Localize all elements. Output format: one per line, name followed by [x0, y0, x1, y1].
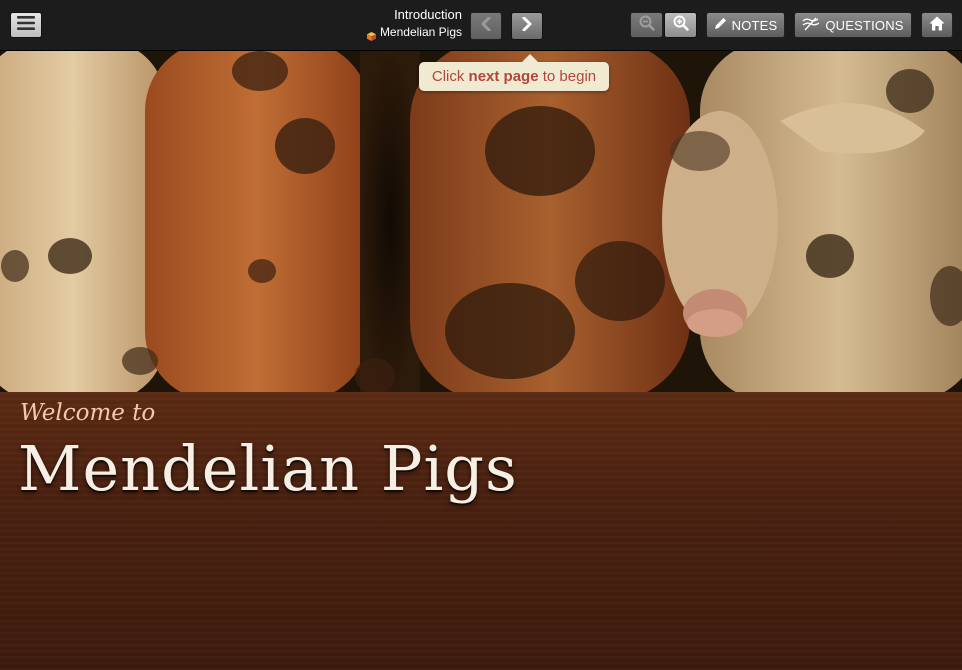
- questions-label: QUESTIONS: [825, 17, 904, 33]
- zoom-out-button[interactable]: [630, 12, 663, 38]
- tooltip-suffix: to begin: [538, 68, 597, 85]
- home-icon: [929, 16, 945, 34]
- prev-page-button[interactable]: [470, 12, 502, 40]
- welcome-title: Mendelian Pigs: [18, 432, 518, 505]
- pencil-icon: [714, 17, 727, 33]
- next-page-tooltip: Click next page to begin: [419, 54, 609, 91]
- welcome-intro: Welcome to: [20, 400, 156, 426]
- hamburger-menu-icon: [17, 15, 35, 35]
- pigs-photo: [0, 51, 962, 392]
- notes-label: NOTES: [731, 17, 778, 33]
- tooltip-emphasis: next page: [468, 68, 539, 85]
- module-title: Mendelian Pigs: [352, 23, 462, 41]
- module-cube-icon: [366, 28, 376, 41]
- next-page-button[interactable]: [511, 12, 543, 40]
- zoom-in-icon: [673, 15, 689, 36]
- hero-image: [0, 51, 962, 392]
- module-title-label: Mendelian Pigs: [379, 25, 462, 39]
- notes-button[interactable]: NOTES: [706, 12, 785, 38]
- tooltip-prefix: Click: [431, 68, 469, 85]
- chevron-right-icon: [521, 16, 533, 36]
- top-toolbar: Introduction Mendelian Pigs NOTES QUESTI…: [0, 0, 962, 51]
- page-title: Introduction: [394, 7, 462, 22]
- home-button[interactable]: [921, 12, 953, 38]
- welcome-panel: Welcome to Mendelian Pigs: [0, 392, 962, 670]
- page-title-block: Introduction Mendelian Pigs: [352, 6, 462, 41]
- menu-button[interactable]: [10, 12, 42, 38]
- questions-icon: [802, 17, 820, 34]
- chevron-left-icon: [480, 16, 492, 36]
- zoom-out-icon: [639, 15, 655, 36]
- questions-button[interactable]: QUESTIONS: [794, 12, 912, 38]
- zoom-in-button[interactable]: [664, 12, 697, 38]
